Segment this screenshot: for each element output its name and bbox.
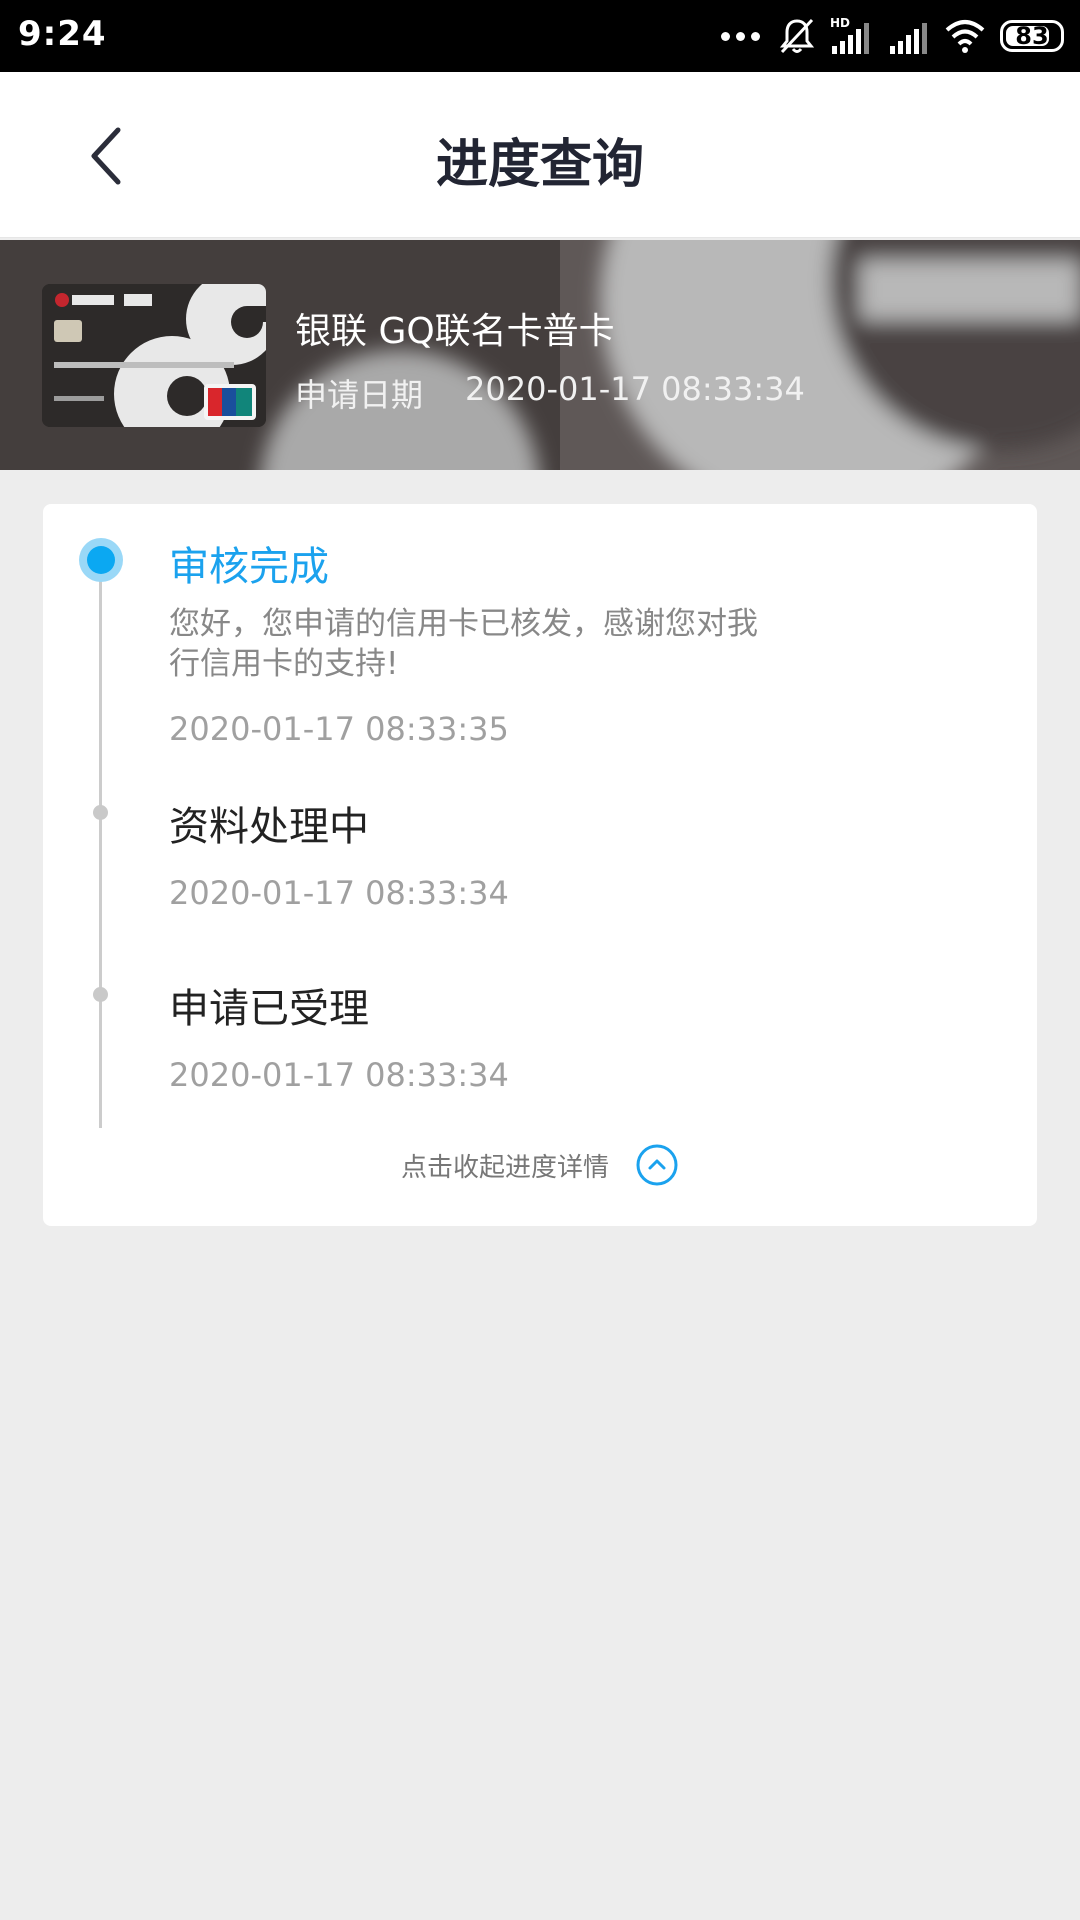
step-description: 您好，您申请的信用卡已核发，感谢您对我行信用卡的支持! (169, 606, 758, 682)
status-icons: HD 83 (721, 14, 1064, 58)
battery-icon: 83 (1000, 20, 1064, 52)
apply-date-label: 申请日期 (295, 376, 424, 414)
timeline-line (99, 560, 102, 1128)
chevron-up-circle-icon (636, 1144, 678, 1186)
step-time: 2020-01-17 08:33:34 (169, 874, 509, 912)
card-name: 银联 GQ联名卡普卡 (295, 311, 615, 352)
collapse-details-label: 点击收起进度详情 (400, 1152, 609, 1183)
svg-text:HD: HD (830, 16, 850, 30)
step-time: 2020-01-17 08:33:34 (169, 1056, 509, 1094)
card-banner: 银联 GQ联名卡普卡 申请日期 2020-01-17 08:33:34 (0, 240, 1080, 470)
status-bar: 9:24 HD 83 (0, 0, 1080, 72)
step-title-approved: 审核完成 (169, 544, 329, 590)
step-time: 2020-01-17 08:33:35 (169, 710, 509, 748)
nav-bar: 进度查询 (0, 72, 1080, 238)
step-active-dot (79, 538, 123, 582)
page-title: 进度查询 (435, 135, 644, 195)
notifications-muted-icon (779, 18, 815, 54)
signal-icon (890, 23, 927, 54)
apply-date-value: 2020-01-17 08:33:34 (465, 370, 805, 408)
hd-signal-icon: HD (830, 16, 869, 54)
collapse-details-button[interactable]: 点击收起进度详情 (43, 1140, 1037, 1190)
wifi-icon (945, 20, 985, 53)
step-dot (93, 987, 108, 1002)
status-time: 9:24 (18, 14, 107, 54)
step-dot (93, 805, 108, 820)
apply-date-row: 申请日期 2020-01-17 08:33:34 (295, 370, 805, 416)
step-title-processing: 资料处理中 (169, 804, 369, 850)
more-dots-icon (721, 31, 760, 41)
step-title-accepted: 申请已受理 (169, 986, 369, 1032)
credit-card-image (42, 284, 266, 427)
battery-level-text: 83 (1015, 22, 1049, 50)
progress-panel: 审核完成 您好，您申请的信用卡已核发，感谢您对我行信用卡的支持! 2020-01… (43, 504, 1037, 1226)
